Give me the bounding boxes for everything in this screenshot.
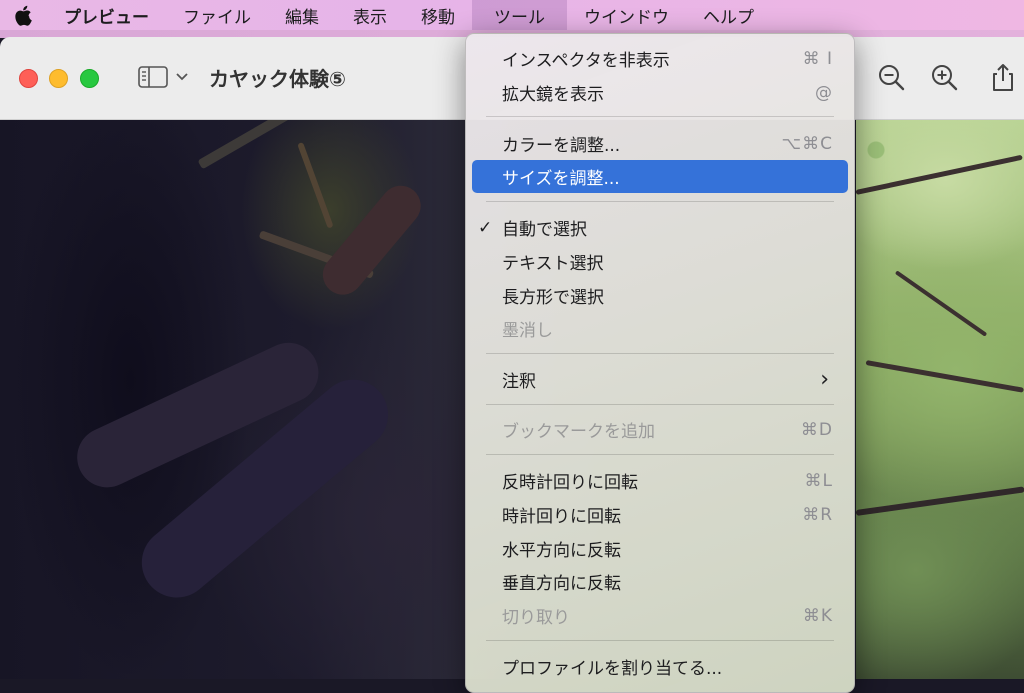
menu-go[interactable]: 移動	[404, 0, 472, 30]
menu-item-label: 拡大鏡を表示	[502, 85, 604, 105]
chevron-right-icon: ›	[820, 367, 830, 392]
menu-item-shortcut: ⌘L	[804, 470, 833, 491]
menu-edit[interactable]: 編集	[268, 0, 336, 30]
menu-item-label: 時計回りに回転	[502, 507, 621, 527]
menu-item-text-select[interactable]: テキスト選択	[472, 245, 848, 278]
document-image-right[interactable]	[855, 120, 1024, 679]
menu-item-label: 切り取り	[502, 608, 570, 628]
menu-item-add-bookmark: ブックマークを追加 ⌘D	[472, 413, 848, 446]
apple-logo-icon	[15, 5, 32, 26]
menu-item-label: 反時計回りに回転	[502, 473, 638, 493]
close-window-button[interactable]	[19, 69, 38, 88]
menu-item-shortcut: ⌥⌘C	[781, 133, 833, 154]
fullscreen-window-button[interactable]	[80, 69, 99, 88]
menu-item-label: プロファイルを割り当てる...	[502, 659, 723, 679]
menu-item-label: テキスト選択	[502, 254, 604, 274]
menu-separator	[486, 201, 834, 202]
minimize-window-button[interactable]	[49, 69, 68, 88]
menu-item-label: 水平方向に反転	[502, 541, 621, 561]
menu-item-label: 注釈	[502, 372, 536, 392]
menu-item-label: 墨消し	[502, 321, 553, 341]
menu-item-rectangle-select[interactable]: 長方形で選択	[472, 279, 848, 312]
menu-separator	[486, 353, 834, 354]
menu-item-flip-vertical[interactable]: 垂直方向に反転	[472, 565, 848, 598]
menu-item-flip-horizontal[interactable]: 水平方向に反転	[472, 532, 848, 565]
menu-item-shortcut: @	[815, 82, 833, 103]
menu-item-crop: 切り取り ⌘K	[472, 599, 848, 632]
menu-separator	[486, 640, 834, 641]
menu-item-shortcut: ⌘K	[802, 605, 833, 626]
menu-item-annotate[interactable]: 注釈 ›	[472, 363, 848, 396]
menu-window[interactable]: ウインドウ	[567, 0, 686, 30]
menu-item-show-magnifier[interactable]: 拡大鏡を表示 @	[472, 76, 848, 109]
menu-item-label: カラーを調整...	[502, 136, 621, 156]
menu-item-shortcut: ⌘ I	[802, 48, 833, 69]
menu-item-label: ブックマークを追加	[502, 422, 655, 442]
checkmark-icon: ✓	[478, 217, 493, 238]
share-icon[interactable]	[988, 62, 1018, 92]
menu-item-adjust-size[interactable]: サイズを調整...	[472, 160, 848, 193]
tools-menu: インスペクタを非表示 ⌘ I 拡大鏡を表示 @ カラーを調整... ⌥⌘C サイ…	[465, 33, 855, 693]
zoom-out-icon[interactable]	[876, 62, 906, 92]
menu-separator	[486, 116, 834, 117]
zoom-in-icon[interactable]	[929, 62, 959, 92]
menu-item-label: 垂直方向に反転	[502, 574, 621, 594]
menu-item-shortcut: ⌘R	[802, 504, 833, 525]
menu-item-assign-profile[interactable]: プロファイルを割り当てる...	[472, 650, 848, 683]
menu-separator	[486, 404, 834, 405]
menu-item-rotate-left[interactable]: 反時計回りに回転 ⌘L	[472, 464, 848, 497]
menu-item-rotate-right[interactable]: 時計回りに回転 ⌘R	[472, 498, 848, 531]
menu-view[interactable]: 表示	[336, 0, 404, 30]
menu-item-label: サイズを調整...	[502, 169, 620, 189]
menu-item-label: 長方形で選択	[502, 288, 604, 308]
menu-help[interactable]: ヘルプ	[686, 0, 771, 30]
document-title: カヤック体験⑤	[209, 67, 346, 91]
menu-item-label: インスペクタを非表示	[502, 51, 670, 71]
chevron-down-icon	[176, 73, 188, 81]
menu-file[interactable]: ファイル	[166, 0, 268, 30]
sidebar-toggle-icon	[138, 66, 168, 88]
menu-app-name[interactable]: プレビュー	[46, 0, 166, 30]
menu-separator	[486, 454, 834, 455]
menu-item-adjust-color[interactable]: カラーを調整... ⌥⌘C	[472, 127, 848, 160]
menu-bar: プレビュー ファイル 編集 表示 移動 ツール ウインドウ ヘルプ	[0, 0, 1024, 30]
menu-tools[interactable]: ツール	[472, 0, 567, 30]
menu-item-label: 自動で選択	[502, 220, 587, 240]
sidebar-toggle-button[interactable]	[138, 64, 194, 90]
menu-item-redact: 墨消し	[472, 312, 848, 345]
menu-item-shortcut: ⌘D	[800, 419, 833, 440]
menu-item-auto-select[interactable]: ✓ 自動で選択	[472, 211, 848, 244]
menu-item-hide-inspector[interactable]: インスペクタを非表示 ⌘ I	[472, 42, 848, 75]
apple-menu[interactable]	[0, 0, 46, 30]
